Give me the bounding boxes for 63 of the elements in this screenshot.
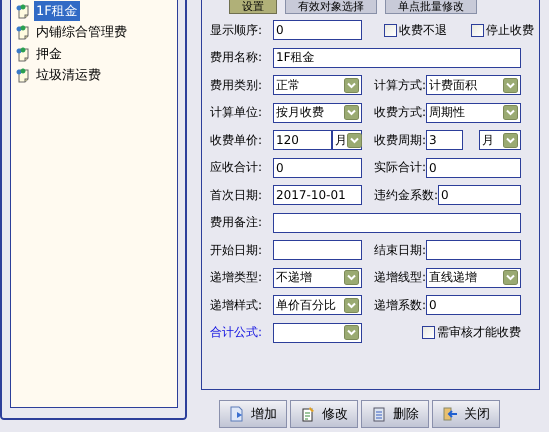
field-label: 收费周期:	[374, 132, 426, 148]
exit-icon	[442, 406, 458, 422]
field-label: 收费方式:	[374, 104, 426, 121]
field-label: 费用类别:	[210, 76, 264, 94]
document-icon	[371, 406, 387, 422]
field-label: 递增类型:	[210, 269, 264, 286]
input-field[interactable]: 0	[273, 20, 362, 40]
field-label: 递增线型:	[374, 269, 426, 286]
field-label: 计算方式:	[374, 76, 426, 94]
dropdown[interactable]: 单价百分比	[273, 295, 362, 315]
dropdown[interactable]: 按月收费	[273, 102, 362, 122]
toolbar-button[interactable]: 增加	[219, 400, 287, 428]
checkbox[interactable]	[471, 24, 484, 36]
toolbar-button[interactable]: 修改	[290, 400, 358, 428]
tab[interactable]: 单点批量修改	[385, 0, 477, 14]
checkbox[interactable]	[422, 326, 435, 339]
checkbox[interactable]	[384, 24, 397, 36]
tree-item[interactable]: 押金	[34, 44, 64, 64]
field-label: 结束日期:	[374, 242, 426, 258]
toolbar-button[interactable]: 删除	[361, 400, 429, 428]
field-label: 计算单位:	[210, 104, 264, 121]
dropdown[interactable]: 计费面积	[426, 75, 521, 95]
checkbox-label: 需审核才能收费	[437, 324, 521, 341]
input-field[interactable]	[273, 212, 521, 232]
tab[interactable]: 设置	[229, 0, 277, 14]
tab[interactable]: 有效对象选择	[285, 0, 377, 14]
input-field[interactable]: 0	[426, 158, 521, 178]
field-label: 费用名称:	[210, 49, 264, 66]
field-label: 收费单价:	[210, 132, 264, 148]
dropdown[interactable]: 月	[332, 130, 362, 150]
link-label[interactable]: 合计公式:	[210, 324, 273, 341]
dropdown[interactable]: 月	[479, 130, 521, 150]
dropdown[interactable]: 正常	[273, 75, 362, 95]
dropdown[interactable]	[273, 322, 362, 342]
field-label: 开始日期:	[210, 242, 264, 258]
field-label: 首次日期:	[210, 186, 264, 204]
dropdown[interactable]: 不递增	[273, 268, 362, 288]
tree-item[interactable]: 1F租金	[34, 0, 80, 21]
field-label: 费用备注:	[210, 214, 264, 231]
field-label: 显示顺序:	[210, 22, 264, 38]
input-field[interactable]	[273, 240, 362, 260]
toolbar-button[interactable]: 关闭	[432, 400, 500, 428]
tree-item[interactable]: 垃圾清运费	[34, 65, 103, 86]
input-field[interactable]: 0	[273, 158, 362, 178]
input-field[interactable]: 1F租金	[273, 48, 521, 68]
input-field[interactable]: 0	[438, 185, 521, 205]
field-label: 应收合计:	[210, 159, 264, 176]
input-field[interactable]: 0	[426, 295, 521, 315]
field-label: 递增系数:	[374, 296, 426, 314]
input-field[interactable]: 2017-10-01	[273, 185, 362, 205]
checkbox-label: 停止收费	[486, 22, 534, 38]
checkbox-label: 收费不退	[399, 22, 447, 38]
field-label: 递增样式:	[210, 296, 264, 314]
document-icon	[229, 406, 245, 422]
input-field[interactable]: 120	[273, 130, 332, 150]
tree-item[interactable]: 内铺综合管理费	[34, 22, 129, 42]
dropdown[interactable]: 周期性	[426, 102, 521, 122]
field-label: 违约金系数:	[374, 186, 438, 204]
input-field[interactable]	[426, 240, 521, 260]
notepad-icon	[300, 406, 316, 422]
input-field[interactable]: 3	[426, 130, 463, 150]
dropdown[interactable]: 直线递增	[426, 268, 521, 288]
field-label: 实际合计:	[374, 159, 426, 176]
